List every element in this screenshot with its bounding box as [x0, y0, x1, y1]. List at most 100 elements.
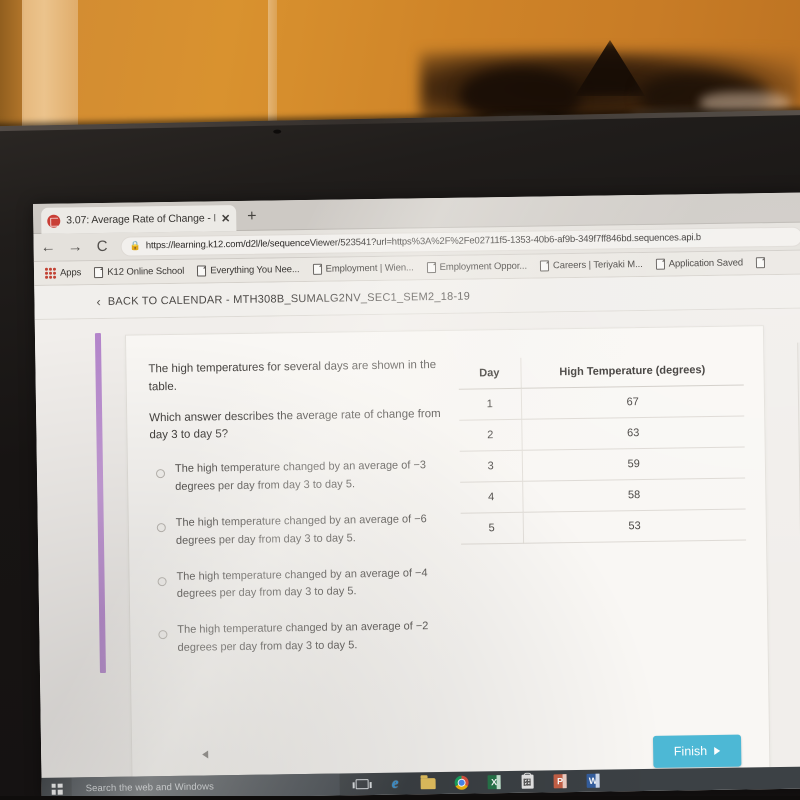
accent-bar [94, 333, 106, 674]
bookmark-label: Everything You Nee... [210, 264, 300, 277]
bookmark-item[interactable]: Employment | Wien... [306, 262, 419, 275]
table-cell-day: 2 [459, 419, 522, 452]
bookmark-item[interactable]: Everything You Nee... [191, 264, 305, 277]
webcam [273, 129, 282, 134]
blurred-object-left [460, 68, 580, 120]
table-cell-day: 4 [460, 481, 523, 514]
word-button[interactable]: W [576, 770, 609, 792]
internet-explorer-icon: e [391, 775, 399, 792]
taskbar-app-tray: e X P W [339, 770, 609, 796]
radio-button-icon[interactable] [155, 469, 166, 479]
browser-tab[interactable]: 3.07: Average Rate of Change - M ✕ [41, 204, 237, 234]
document-icon [312, 263, 322, 275]
answer-option[interactable]: The high temperature changed by an avera… [151, 511, 443, 551]
laptop-base-edge [0, 796, 800, 800]
file-explorer-icon [420, 777, 436, 789]
tab-title: 3.07: Average Rate of Change - M [66, 212, 216, 227]
question-prompt-1: The high temperatures for several days a… [148, 359, 437, 394]
table-row: 2 63 [459, 415, 745, 452]
breadcrumb-label: BACK TO CALENDAR - MTH308B_SUMALG2NV_SEC… [107, 290, 471, 308]
table-column: Day High Temperature (degrees) 1 67 2 63… [458, 352, 748, 671]
document-icon [655, 258, 665, 270]
chrome-icon [454, 775, 469, 790]
bookmark-item[interactable]: Careers | Teriyaki M... [534, 259, 649, 272]
document-icon [197, 265, 207, 277]
table-cell-day: 1 [458, 388, 522, 421]
bookmark-item[interactable]: K12 Online School [88, 266, 190, 279]
answer-option-label: The high temperature changed by an avera… [177, 620, 429, 654]
bookmark-apps[interactable]: Apps [39, 267, 87, 279]
forward-button[interactable]: → [67, 238, 84, 255]
address-bar-url: https://learning.k12.com/d2l/le/sequence… [145, 232, 702, 252]
excel-icon: X [487, 775, 501, 790]
laptop-screen: 3.07: Average Rate of Change - M ✕ + ← →… [33, 192, 800, 800]
table-cell-day: 5 [460, 512, 524, 545]
store-button[interactable] [510, 770, 543, 792]
file-explorer-button[interactable] [411, 772, 444, 794]
close-tab-icon[interactable]: ✕ [221, 212, 230, 225]
radio-button-icon[interactable] [158, 630, 168, 640]
answer-options: The high temperature changed by an avera… [150, 457, 445, 658]
internet-explorer-button[interactable]: e [378, 772, 411, 794]
arrow-right-icon [714, 746, 721, 755]
word-icon: W [586, 773, 600, 788]
bookmark-item-overflow[interactable] [750, 257, 771, 269]
answer-option[interactable]: The high temperature changed by an avera… [151, 564, 443, 604]
search-placeholder: Search the web and Windows [85, 780, 215, 794]
excel-button[interactable]: X [477, 771, 510, 793]
bookmark-label: Careers | Teriyaki M... [552, 258, 643, 272]
reload-button[interactable]: C [94, 238, 111, 255]
document-icon [755, 257, 766, 269]
table-row: 5 53 [460, 508, 747, 545]
answer-option-label: The high temperature changed by an avera… [175, 513, 427, 547]
answer-option-label: The high temperature changed by an avera… [176, 566, 428, 601]
radio-button-icon[interactable] [156, 522, 166, 533]
document-icon [539, 260, 550, 272]
question-prompt-2: Which answer describes the average rate … [149, 407, 441, 442]
finish-button-label: Finish [673, 744, 708, 759]
bookmark-label: Employment | Wien... [325, 262, 414, 275]
answer-option[interactable]: The high temperature changed by an avera… [152, 618, 444, 658]
table-cell-temp: 58 [522, 477, 746, 513]
radio-button-icon[interactable] [157, 576, 167, 586]
task-view-icon [355, 779, 369, 790]
table-cell-temp: 67 [520, 384, 745, 420]
page-viewport: ‹ BACK TO CALENDAR - MTH308B_SUMALG2NV_S… [34, 274, 800, 778]
bookmark-label: Application Saved [668, 257, 744, 270]
answer-option-label: The high temperature changed by an avera… [174, 459, 427, 493]
table-cell-temp: 53 [522, 508, 747, 544]
table-row: 1 67 [458, 384, 745, 421]
table-header-cell: High Temperature (degrees) [520, 354, 744, 389]
table-cell-temp: 63 [521, 415, 745, 451]
table-row: 3 59 [459, 446, 746, 483]
table-row: 4 58 [460, 477, 746, 514]
content-area: The high temperatures for several days a… [34, 308, 800, 778]
chevron-left-icon: ‹ [96, 294, 101, 310]
finish-button[interactable]: Finish [652, 734, 742, 768]
store-icon [521, 774, 534, 789]
document-icon [94, 266, 104, 279]
back-button[interactable]: ← [40, 239, 57, 256]
new-tab-button[interactable]: + [247, 208, 257, 225]
k12-favicon [47, 214, 61, 228]
table-cell-temp: 59 [521, 446, 746, 482]
question-card: The high temperatures for several days a… [124, 325, 771, 778]
table-cell-day: 3 [459, 450, 523, 483]
question-column: The high temperatures for several days a… [148, 357, 445, 676]
powerpoint-button[interactable]: P [543, 770, 576, 792]
bookmark-label: Employment Oppor... [439, 260, 528, 273]
previous-arrow-icon[interactable] [202, 750, 209, 759]
answer-option[interactable]: The high temperature changed by an avera… [150, 457, 442, 497]
chrome-button[interactable] [444, 771, 477, 793]
bookmark-item[interactable]: Employment Oppor... [421, 261, 533, 274]
apps-grid-icon [44, 267, 57, 279]
lock-icon: 🔒 [129, 240, 141, 251]
task-view-button[interactable] [345, 773, 378, 795]
table-header-row: Day High Temperature (degrees) [458, 354, 744, 390]
bookmark-label: Apps [59, 267, 82, 279]
bookmark-item[interactable]: Application Saved [650, 257, 750, 270]
temperature-table: Day High Temperature (degrees) 1 67 2 63… [458, 354, 747, 545]
windows-logo-icon [51, 783, 63, 795]
document-icon [426, 262, 436, 274]
bookmark-label: K12 Online School [107, 265, 185, 278]
